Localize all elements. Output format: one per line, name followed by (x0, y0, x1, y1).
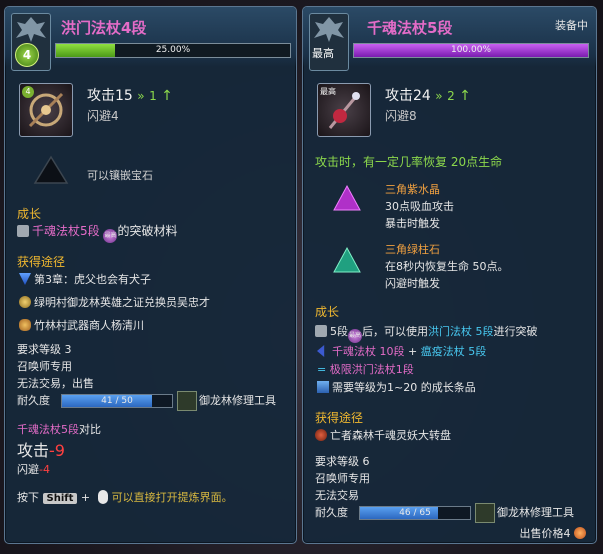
repair-hammer-icon (475, 503, 495, 523)
acquire-item: 绿明村御龙林英雄之证兑换员吴忠才 (19, 294, 210, 310)
progress-label: 100.00% (450, 45, 492, 55)
growth-section-title: 成长 (17, 207, 42, 221)
recipe-item-b[interactable]: 瘟疫法杖 5段 (421, 345, 487, 358)
dragon-emblem-icon (314, 17, 344, 42)
roulette-icon (315, 429, 327, 441)
compare-suffix: 对比 (79, 423, 101, 436)
item-icon: 最高 (317, 83, 371, 137)
attack-stat: 攻击15 (87, 88, 133, 104)
mouse-icon (97, 490, 108, 504)
hint-plus: + (80, 491, 91, 504)
attack-delta: 2 (447, 89, 455, 103)
gem-effect: 在8秒内恢复生命 50点。 (385, 260, 509, 273)
repair-hammer-icon (177, 391, 197, 411)
green-gem-icon[interactable] (331, 245, 363, 277)
durability-label: 耐久度 (17, 394, 50, 407)
arrow-icon (317, 345, 325, 357)
durability-bar: 41 / 50 (61, 394, 173, 408)
quest-icon (19, 273, 31, 285)
item-icon: 4 (19, 83, 73, 137)
copper-coin-icon (574, 527, 586, 539)
equipped-label: 装备中 (555, 19, 588, 32)
breakthrough-item-link[interactable]: 洪门法杖 5段 (428, 325, 494, 338)
gem-trigger: 暴击时触发 (385, 217, 440, 230)
durability-value: 41 / 50 (101, 396, 133, 406)
gem-trigger: 闪避时触发 (385, 277, 440, 290)
hint-press: 按下 (17, 491, 39, 504)
vendor-icon (19, 296, 31, 308)
progress-label: 25.00% (155, 45, 191, 55)
acquire-item: 第3章：虎父也会有犬子 (19, 271, 151, 287)
item-name: 洪门法杖4段 (61, 19, 147, 37)
dragon-emblem-icon (16, 17, 46, 42)
item-tooltip-right: 最高 千魂法杖5段 装备中 100.00% 最高 攻击24 » 2 ↑ 闪避8 … (302, 6, 597, 544)
growth-progress-bar: 25.00% (55, 43, 291, 58)
growth-item-link[interactable]: 千魂法杖5段 (32, 224, 100, 238)
item-tooltip-left: 4 洪门法杖4段 25.00% 4 攻击15 » 1 ↑ 闪避4 可以镶嵌宝石 … (4, 6, 297, 544)
grade-ribbon (309, 13, 349, 71)
purple-gem-icon[interactable] (331, 183, 363, 215)
acquire-section-title: 获得途径 (315, 411, 364, 425)
gem-effect: 30点吸血攻击 (385, 200, 454, 213)
acquire-item: 亡者森林千魂灵妖大转盘 (315, 427, 451, 443)
durability-label: 耐久度 (315, 506, 348, 519)
hint-text: 可以直接打开提炼界面。 (111, 491, 233, 504)
up-arrow-icon: ↑ (459, 88, 471, 104)
empty-gem-socket-icon[interactable] (31, 153, 71, 189)
compare-attack-label: 攻击 (17, 441, 50, 460)
durability-bar: 46 / 65 (359, 506, 471, 520)
compare-attack-value: -9 (49, 441, 65, 460)
evade-stat: 闪避4 (87, 109, 119, 123)
max-badge-icon: 最高 (103, 229, 118, 243)
max-badge-icon: 最高 (348, 329, 362, 343)
growth-requirement: 需要等级为1~20 的成长条品 (332, 381, 476, 394)
attack-delta: 1 (149, 89, 157, 103)
socket-hint: 可以镶嵌宝石 (87, 169, 153, 182)
upgrade-arrows-icon: » (137, 89, 145, 103)
gem-name: 三角绿柱石 (385, 243, 440, 256)
compare-item: 千魂法杖5段 (17, 423, 79, 436)
recipe-item-a[interactable]: 千魂法杖 10段 (332, 345, 405, 358)
level-badge: 最高 (312, 47, 334, 60)
acquire-section-title: 获得途径 (17, 255, 66, 269)
shift-key: Shift (42, 493, 78, 504)
evade-stat: 闪避8 (385, 109, 417, 123)
up-arrow-icon: ↑ (161, 88, 173, 104)
growth-section-title: 成长 (315, 305, 340, 319)
trade-restriction: 无法交易 (315, 489, 359, 502)
sell-price-value: 4 (563, 527, 571, 540)
upgrade-arrows-icon: » (435, 89, 443, 103)
growth-progress-bar: 100.00% (353, 43, 589, 58)
level-badge: 4 (15, 43, 39, 67)
growth-suffix: 的突破材料 (117, 224, 178, 238)
item-name: 千魂法杖5段 (367, 19, 453, 37)
required-level: 要求等级 3 (17, 343, 72, 356)
attack-stat: 攻击24 (385, 88, 431, 104)
lock-icon (17, 225, 29, 237)
trade-restriction: 无法交易，出售 (17, 377, 94, 390)
lock-icon (315, 325, 327, 337)
compare-evade-label: 闪避 (17, 463, 39, 476)
money-bag-icon (19, 319, 31, 331)
class-restriction: 召唤师专用 (315, 472, 370, 485)
weapon-effect: 攻击时，有一定几率恢复 20点生命 (315, 155, 503, 169)
class-restriction: 召唤师专用 (17, 360, 72, 373)
compare-evade-value: -4 (39, 463, 50, 476)
acquire-item: 竹林村武器商人杨清川 (19, 317, 144, 333)
gem-name: 三角紫水晶 (385, 183, 440, 196)
repair-tool-name: 御龙林修理工具 (497, 506, 574, 519)
icon-max-badge: 最高 (320, 87, 336, 96)
sell-price-label: 出售价格 (519, 527, 564, 540)
material-icon (317, 381, 329, 393)
icon-level-badge: 4 (22, 86, 34, 98)
repair-tool-name: 御龙林修理工具 (199, 394, 276, 407)
durability-value: 46 / 65 (399, 508, 431, 518)
growth-result-item[interactable]: 极限洪门法杖1段 (330, 363, 414, 376)
required-level: 要求等级 6 (315, 455, 370, 468)
